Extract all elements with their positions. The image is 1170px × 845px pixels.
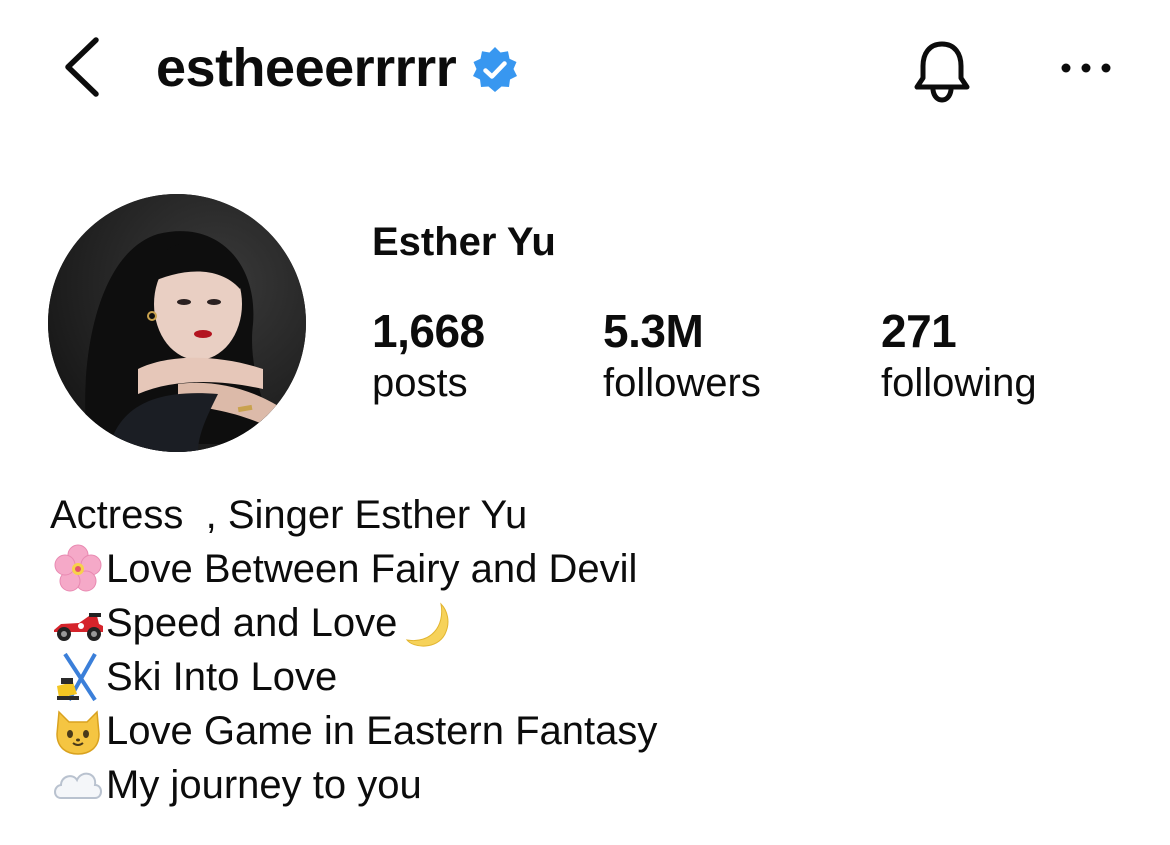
profile-avatar[interactable] <box>48 194 306 452</box>
followers-count[interactable]: 5.3M followers <box>603 304 761 406</box>
bio-line: Actress , Singer Esther Yu <box>50 488 657 542</box>
notifications-button[interactable] <box>908 36 976 104</box>
bio-text: Love Between Fairy and Devil <box>106 547 638 591</box>
bio-text: Speed and Love <box>106 601 398 645</box>
cloud-icon <box>50 758 106 812</box>
back-chevron-icon <box>65 37 99 97</box>
bio-line: Speed and Love <box>50 596 657 650</box>
display-name: Esther Yu <box>372 220 556 264</box>
skier-icon <box>50 650 106 704</box>
avatar-image <box>48 194 306 452</box>
verified-badge-icon <box>473 47 518 92</box>
following-value: 271 <box>881 305 957 357</box>
cherry-blossom-icon <box>50 542 106 596</box>
bio-text: Love Game in Eastern Fantasy <box>106 709 658 753</box>
crescent-moon-icon <box>397 596 453 650</box>
racing-car-icon <box>50 596 106 650</box>
bio-line: Love Between Fairy and Devil <box>50 542 657 596</box>
followers-label: followers <box>603 361 761 405</box>
bio-text: Actress , Singer Esther Yu <box>50 493 528 537</box>
following-label: following <box>881 361 1037 405</box>
bio-text: My journey to you <box>106 763 422 807</box>
bio-text: Ski Into Love <box>106 655 338 699</box>
following-count[interactable]: 271 following <box>881 304 1037 406</box>
username: estheeerrrrr <box>156 38 457 98</box>
username-header[interactable]: estheeerrrrr <box>156 30 520 106</box>
back-button[interactable] <box>58 34 108 100</box>
profile-bio: Actress , Singer Esther Yu Love Between … <box>50 488 657 812</box>
posts-count[interactable]: 1,668 posts <box>372 304 485 406</box>
more-dots-icon <box>1061 63 1111 73</box>
followers-value: 5.3M <box>603 305 704 357</box>
posts-value: 1,668 <box>372 305 485 357</box>
posts-label: posts <box>372 361 468 405</box>
bio-line: Ski Into Love <box>50 650 657 704</box>
bio-line: My journey to you <box>50 758 657 812</box>
bell-icon <box>914 41 970 103</box>
bio-line: Love Game in Eastern Fantasy <box>50 704 657 758</box>
top-bar: estheeerrrrr <box>0 0 1170 140</box>
cat-face-icon <box>50 704 106 758</box>
more-options-button[interactable] <box>1058 48 1114 88</box>
